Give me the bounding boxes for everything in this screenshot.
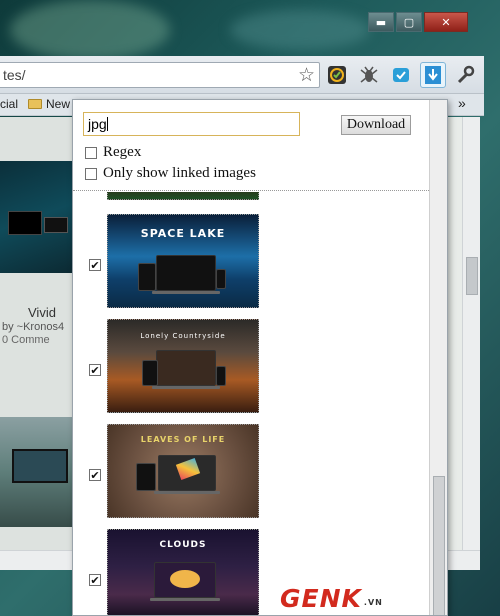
gallery-thumbnail[interactable]	[0, 161, 72, 273]
laptop-shape	[44, 217, 68, 233]
image-caption: SPACE LAKE	[140, 227, 226, 240]
image-row: ✔ Lonely Countryside	[73, 317, 431, 421]
image-caption: CLOUDS	[159, 540, 207, 550]
window-caption-buttons: ▬ ▢ ✕	[368, 12, 468, 32]
bookmark-folder-label: New	[46, 97, 71, 111]
popup-scrollbar[interactable]	[429, 100, 447, 615]
image-checkbox[interactable]: ✔	[89, 469, 101, 481]
download-arrow-icon[interactable]	[420, 62, 446, 88]
partial-image-thumbnail[interactable]	[107, 192, 259, 200]
address-bar-text: tes/	[3, 67, 26, 83]
item-author[interactable]: by ~Kronos4	[2, 321, 64, 333]
laptop-base-shape	[154, 491, 220, 494]
regex-label: Regex	[103, 144, 142, 160]
bookmarks-overflow-button[interactable]: »	[458, 95, 466, 111]
divider	[73, 190, 431, 191]
laptop-base-shape	[150, 598, 220, 601]
close-button[interactable]: ✕	[424, 12, 468, 32]
scrollbar-thumb[interactable]	[466, 257, 478, 295]
linked-images-label: Only show linked images	[103, 165, 256, 181]
text-caret	[106, 117, 108, 131]
linked-images-checkbox[interactable]	[85, 167, 97, 180]
image-checkbox[interactable]: ✔	[89, 259, 101, 271]
page-scrollbar[interactable]	[462, 117, 480, 550]
linked-images-option[interactable]: Only show linked images	[85, 165, 256, 182]
bookmark-folder-new[interactable]: New	[28, 97, 70, 111]
image-row: ✔ LEAVES OF LIFE	[73, 422, 431, 526]
item-comments[interactable]: 0 Comme	[2, 334, 50, 346]
maximize-button[interactable]: ▢	[396, 12, 422, 32]
image-downloader-popup: jpg Download Regex Only show linked imag…	[72, 99, 448, 616]
phone-shape	[216, 366, 226, 386]
scrollbar-thumb[interactable]	[433, 476, 445, 615]
gallery-thumbnail[interactable]	[0, 417, 72, 527]
laptop-shape	[156, 350, 216, 386]
check-icon[interactable]	[388, 62, 414, 88]
minimize-button[interactable]: ▬	[368, 12, 394, 32]
watermark-brand: GENK	[280, 583, 362, 613]
download-button[interactable]: Download	[341, 115, 411, 135]
phone-shape	[216, 269, 226, 289]
monitor-shape	[8, 211, 42, 235]
tablet-shape	[142, 360, 158, 386]
wrench-icon[interactable]	[452, 62, 478, 88]
image-row: ✔ SPACE LAKE	[73, 212, 431, 316]
image-caption: Lonely Countryside	[140, 332, 226, 340]
image-checkbox[interactable]: ✔	[89, 364, 101, 376]
laptop-shape	[156, 255, 216, 291]
bug-icon[interactable]	[356, 62, 382, 88]
browser-toolbar: tes/ ☆	[0, 56, 484, 94]
regex-checkbox[interactable]	[85, 146, 97, 159]
regex-option[interactable]: Regex	[85, 144, 141, 161]
bookmark-item[interactable]: cial	[0, 97, 18, 111]
folder-icon	[28, 99, 42, 109]
monitor-shape	[12, 449, 68, 483]
image-thumbnail[interactable]: CLOUDS	[107, 529, 259, 615]
tablet-shape	[136, 463, 156, 491]
image-list: ✔ SPACE LAKE ✔ Lonely Countryside ✔ LEAV…	[73, 192, 431, 615]
genk-watermark-logo: GENK .VN	[280, 583, 383, 613]
cloud-shape	[170, 570, 200, 588]
image-checkbox[interactable]: ✔	[89, 574, 101, 586]
image-caption: LEAVES OF LIFE	[140, 435, 226, 444]
image-thumbnail[interactable]: LEAVES OF LIFE	[107, 424, 259, 518]
laptop-base-shape	[152, 291, 220, 294]
image-thumbnail[interactable]: Lonely Countryside	[107, 319, 259, 413]
address-bar[interactable]: tes/ ☆	[0, 62, 320, 88]
extension-icons	[324, 62, 478, 88]
watermark-suffix: .VN	[363, 598, 383, 607]
item-title[interactable]: Vivid	[28, 305, 56, 320]
star-icon[interactable]: ☆	[298, 64, 315, 86]
filter-input-value: jpg	[88, 116, 107, 132]
laptop-base-shape	[152, 386, 220, 389]
google-analytics-icon[interactable]	[324, 62, 350, 88]
tablet-shape	[138, 263, 156, 291]
filter-input[interactable]: jpg	[83, 112, 300, 136]
image-thumbnail[interactable]: SPACE LAKE	[107, 214, 259, 308]
